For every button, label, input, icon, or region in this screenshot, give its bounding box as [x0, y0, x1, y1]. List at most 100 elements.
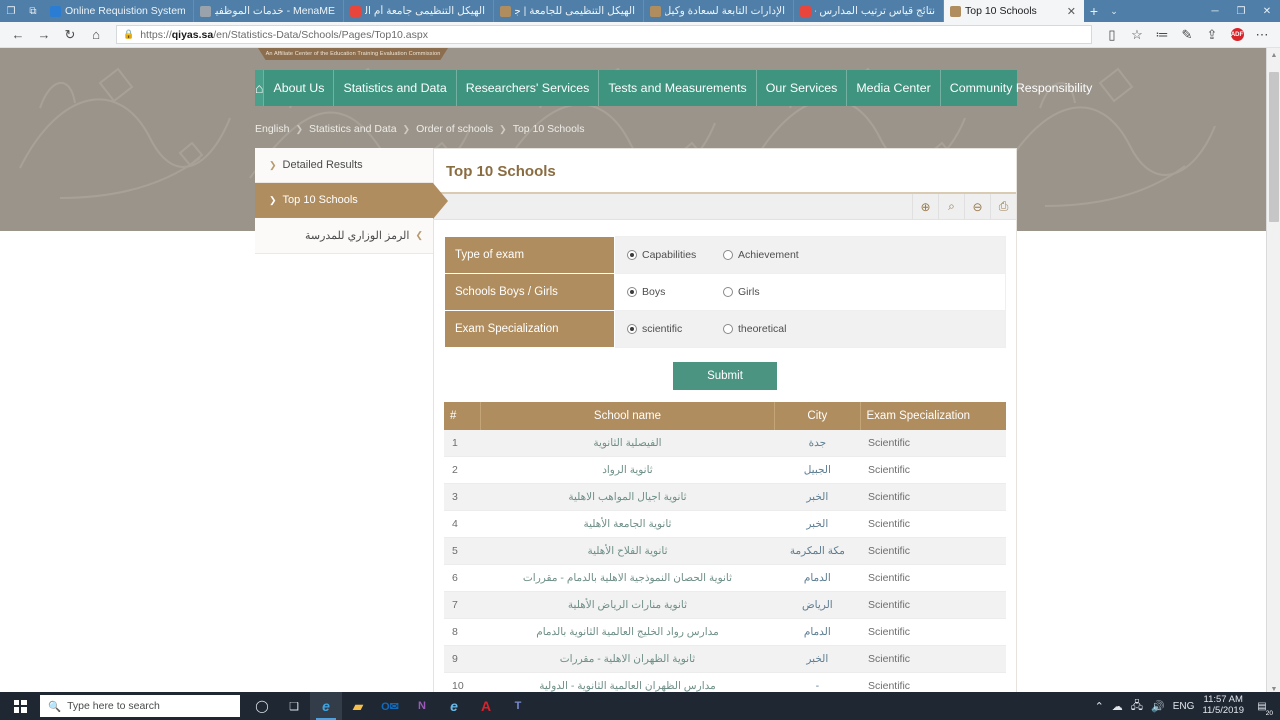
taskbar-search-input[interactable]: 🔍 Type here to search: [40, 695, 240, 717]
school-link[interactable]: ثانوية اجيال المواهب الاهلية: [488, 491, 766, 503]
breadcrumb-item-order-of-schools[interactable]: Order of schools: [416, 123, 493, 135]
task-view-icon[interactable]: ❑: [278, 692, 310, 720]
outlook-icon[interactable]: O✉: [374, 692, 406, 720]
browser-tab[interactable]: الهيكل التنظيمى للجامعة | جا: [494, 0, 644, 22]
forward-icon[interactable]: →: [32, 24, 56, 46]
table-row[interactable]: 1 الفيصلية الثانوية جدة Scientific: [444, 430, 1006, 457]
breadcrumb-item-english[interactable]: English: [255, 123, 289, 135]
school-link[interactable]: ثانوية منارات الرياض الأهلية: [488, 599, 766, 611]
table-row[interactable]: 6 ثانوية الحصان النموذجية الاهلية بالدما…: [444, 564, 1006, 592]
table-row[interactable]: 8 مدارس رواد الخليج العالمية الثانوية با…: [444, 618, 1006, 646]
refresh-icon[interactable]: ↻: [58, 24, 82, 46]
browser-tab-active[interactable]: Top 10 Schools ✕: [944, 0, 1084, 22]
minimize-button[interactable]: ─: [1202, 0, 1228, 22]
submit-button[interactable]: Submit: [673, 362, 777, 390]
new-tab-button[interactable]: +: [1084, 0, 1104, 22]
cortana-icon[interactable]: ◯: [246, 692, 278, 720]
radio-option-theoretical[interactable]: theoretical: [723, 323, 819, 335]
browser-tab[interactable]: الهيكل التنظيمى جامعة أم القر: [344, 0, 494, 22]
scroll-up-icon[interactable]: ▲: [1267, 48, 1280, 62]
radio-indicator[interactable]: [723, 324, 733, 334]
browser-tab[interactable]: Online Requistion System (: [44, 0, 194, 22]
table-row[interactable]: 2 ثانوية الرواد الجبيل Scientific: [444, 456, 1006, 484]
close-window-button[interactable]: ✕: [1254, 0, 1280, 22]
pen-icon[interactable]: ✎: [1175, 24, 1199, 46]
breadcrumb-item-top-10-schools[interactable]: Top 10 Schools: [513, 123, 585, 135]
scrollbar-thumb[interactable]: [1269, 72, 1279, 222]
search-icon[interactable]: ⌕: [938, 194, 964, 219]
acrobat-reader-icon[interactable]: A: [470, 692, 502, 720]
radio-indicator[interactable]: [723, 287, 733, 297]
zoom-out-icon[interactable]: ⊖: [964, 194, 990, 219]
tab-menu-icon[interactable]: ⌄: [1104, 0, 1124, 22]
action-center-icon[interactable]: ▤ 20: [1252, 697, 1275, 717]
school-link[interactable]: الفيصلية الثانوية: [488, 437, 766, 449]
radio-option-girls[interactable]: Girls: [723, 286, 819, 298]
radio-indicator[interactable]: [627, 287, 637, 297]
school-link[interactable]: ثانوية الجامعة الأهلية: [488, 518, 766, 530]
sidebar-item-detailed-results[interactable]: ❯ Detailed Results: [255, 148, 433, 183]
home-icon[interactable]: ⌂: [84, 24, 108, 46]
zoom-in-icon[interactable]: ⊕: [912, 194, 938, 219]
more-icon[interactable]: ⋯: [1250, 24, 1274, 46]
taskbar-clock[interactable]: 11:57 AM 11/5/2019: [1202, 694, 1244, 717]
adobe-icon[interactable]: ADF: [1225, 24, 1249, 46]
network-icon[interactable]: 🖧: [1131, 697, 1143, 716]
onenote-icon[interactable]: N: [406, 692, 438, 720]
radio-option-scientific[interactable]: scientific: [627, 323, 723, 335]
nav-item-statistics-and-data[interactable]: Statistics and Data: [333, 70, 455, 106]
browser-tab[interactable]: MenaME - خدمات الموظفين: [194, 0, 344, 22]
table-row[interactable]: 9 ثانوية الظهران الاهلية - مقررات الخبر …: [444, 645, 1006, 673]
cell-school-name: ثانوية منارات الرياض الأهلية: [480, 591, 775, 619]
favorite-star-icon[interactable]: ☆: [1125, 24, 1149, 46]
nav-item-tests-and-measurements[interactable]: Tests and Measurements: [598, 70, 755, 106]
radio-indicator[interactable]: [723, 250, 733, 260]
school-link[interactable]: ثانوية الفلاح الأهلية: [488, 545, 766, 557]
print-icon[interactable]: ⎙: [990, 194, 1016, 219]
table-row[interactable]: 5 ثانوية الفلاح الأهلية مكة المكرمة Scie…: [444, 537, 1006, 565]
tab-set-icon[interactable]: ❐: [0, 0, 22, 22]
browser-tab[interactable]: الإدارات التابعة لسعادة وكيل ا: [644, 0, 794, 22]
sidebar-item-top-10-schools[interactable]: ❯ Top 10 Schools: [255, 183, 448, 219]
home-icon[interactable]: ⌂: [255, 70, 264, 106]
radio-option-boys[interactable]: Boys: [627, 286, 723, 298]
school-link[interactable]: مدارس الظهران العالمية الثانوية - الدولي…: [488, 680, 766, 692]
browser-tab[interactable]: نتائج قياس ترتيب المدارس - G: [794, 0, 944, 22]
back-icon[interactable]: ←: [6, 24, 30, 46]
address-bar[interactable]: 🔒 https://qiyas.sa/en/Statistics-Data/Sc…: [116, 25, 1092, 44]
radio-indicator[interactable]: [627, 250, 637, 260]
school-link[interactable]: ثانوية الرواد: [488, 464, 766, 476]
school-link[interactable]: ثانوية الحصان النموذجية الاهلية بالدمام …: [488, 572, 766, 584]
file-explorer-icon[interactable]: ▰: [342, 692, 374, 720]
school-link[interactable]: مدارس رواد الخليج العالمية الثانوية بالد…: [488, 626, 766, 638]
nav-item-researchers-services[interactable]: Researchers' Services: [455, 70, 599, 106]
nav-item-about-us[interactable]: About Us: [263, 70, 333, 106]
nav-item-our-services[interactable]: Our Services: [755, 70, 847, 106]
maximize-button[interactable]: ❐: [1228, 0, 1254, 22]
radio-option-achievement[interactable]: Achievement: [723, 249, 819, 261]
share-icon[interactable]: ⇪: [1200, 24, 1224, 46]
nav-item-community-responsibility[interactable]: Community Responsibility: [939, 70, 1102, 106]
windows-start-icon[interactable]: [0, 692, 40, 720]
breadcrumb-item-statistics-and-data[interactable]: Statistics and Data: [309, 123, 397, 135]
table-row[interactable]: 7 ثانوية منارات الرياض الأهلية الرياض Sc…: [444, 591, 1006, 619]
radio-indicator[interactable]: [627, 324, 637, 334]
onedrive-icon[interactable]: ☁: [1112, 700, 1123, 713]
sidebar-item-ministry-school-code[interactable]: ❯ الرمز الوزاري للمدرسة: [255, 218, 433, 254]
nav-item-media-center[interactable]: Media Center: [846, 70, 939, 106]
tray-chevron-up-icon[interactable]: ⌃: [1095, 700, 1104, 713]
table-row[interactable]: 3 ثانوية اجيال المواهب الاهلية الخبر Sci…: [444, 483, 1006, 511]
table-row[interactable]: 4 ثانوية الجامعة الأهلية الخبر Scientifi…: [444, 510, 1006, 538]
tab-restore-icon[interactable]: ⧉: [22, 0, 44, 22]
internet-explorer-icon[interactable]: e: [438, 692, 470, 720]
language-indicator[interactable]: ENG: [1173, 701, 1195, 712]
radio-option-capabilities[interactable]: Capabilities: [627, 249, 723, 261]
school-link[interactable]: ثانوية الظهران الاهلية - مقررات: [488, 653, 766, 665]
page-scrollbar[interactable]: ▲ ▼: [1266, 48, 1280, 696]
teams-icon[interactable]: T: [502, 692, 534, 720]
reading-list-icon[interactable]: ▯: [1100, 24, 1124, 46]
tab-close-icon[interactable]: ✕: [1061, 5, 1076, 18]
edge-icon[interactable]: e: [310, 692, 342, 720]
notes-icon[interactable]: ≔: [1150, 24, 1174, 46]
volume-icon[interactable]: 🔊: [1151, 700, 1165, 713]
